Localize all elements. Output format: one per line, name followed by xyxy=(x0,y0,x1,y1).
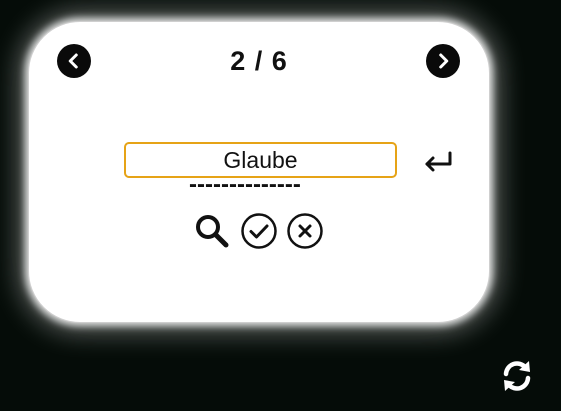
card-counter: 2 / 6 xyxy=(230,46,288,76)
hint-dashes: -------------- xyxy=(189,171,301,198)
app-stage: 2 / 6 -------------- xyxy=(0,0,561,411)
enter-return-icon[interactable] xyxy=(421,148,455,178)
search-icon[interactable] xyxy=(193,212,231,250)
close-circle-icon[interactable] xyxy=(286,212,324,250)
refresh-icon[interactable] xyxy=(498,357,536,395)
next-card-button[interactable] xyxy=(426,44,460,78)
flashcard: 2 / 6 -------------- xyxy=(28,21,490,323)
check-circle-icon[interactable] xyxy=(240,212,278,250)
chevron-right-icon xyxy=(439,53,449,69)
